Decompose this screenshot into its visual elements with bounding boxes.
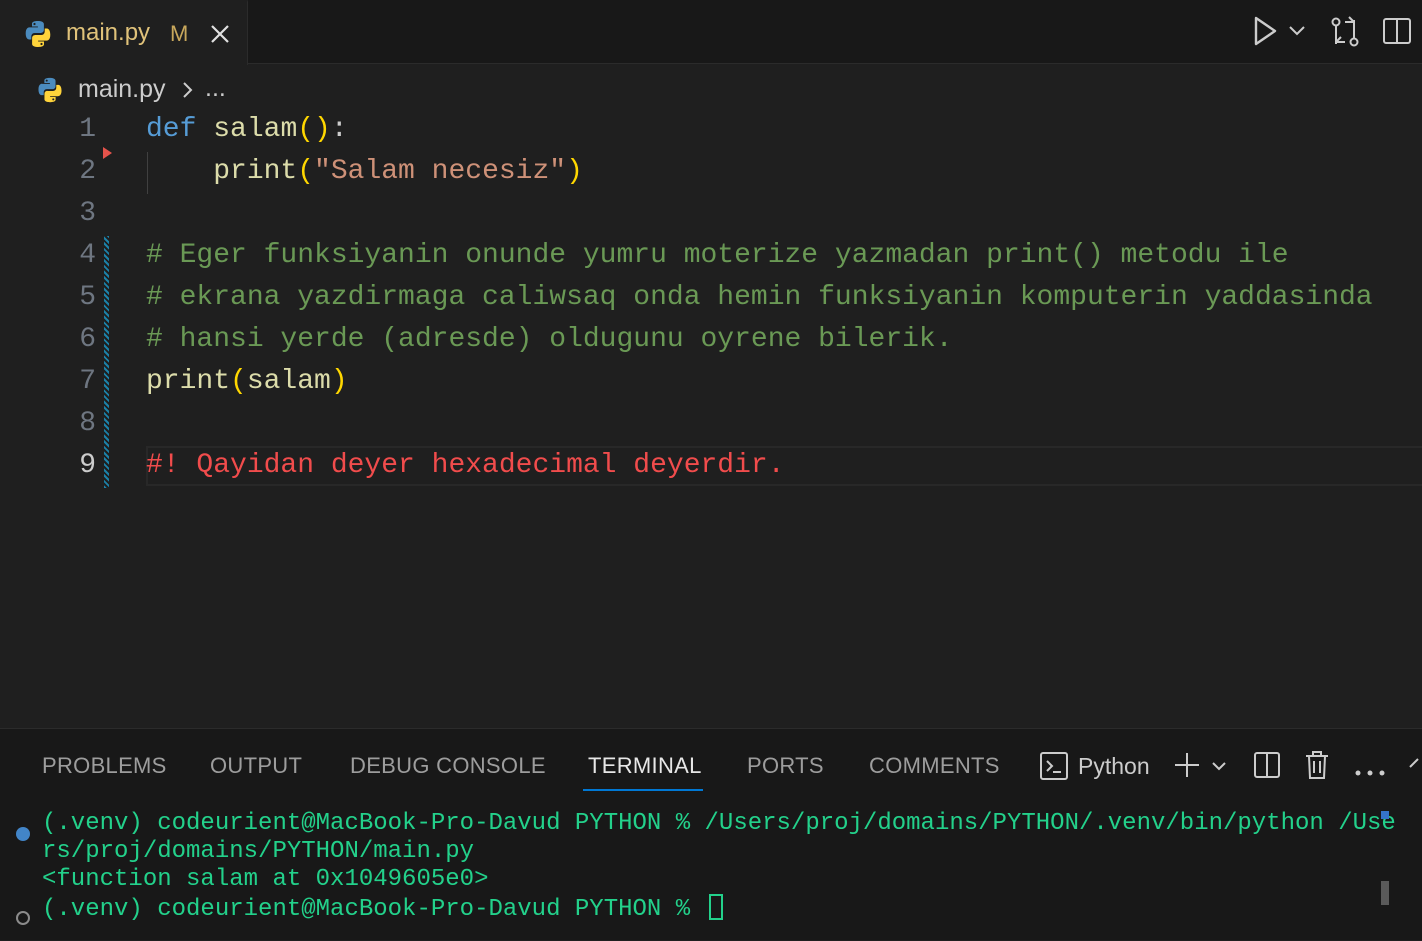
chevron-right-icon	[182, 81, 194, 104]
command-pending-dot[interactable]	[16, 911, 30, 925]
tab-terminal[interactable]: TERMINAL	[588, 753, 702, 779]
terminal-cursor	[708, 894, 723, 920]
code-token: ()	[297, 114, 331, 145]
code-line: 4 # Eger funksiyanin onunde yumru moteri…	[0, 236, 1422, 278]
tab-output[interactable]: OUTPUT	[210, 753, 302, 779]
code-token: print	[146, 366, 231, 397]
terminal-line: <function salam at 0x1049605e0>	[42, 866, 489, 893]
code-token: print	[213, 156, 298, 187]
tab-debug-console[interactable]: DEBUG CONSOLE	[350, 753, 546, 779]
tab-filename: main.py	[66, 19, 151, 46]
code-comment: # hansi yerde (adresde) oldugunu oyrene …	[146, 324, 953, 355]
python-icon	[35, 75, 65, 110]
code-line: 7 print(salam)	[0, 362, 1422, 404]
bottom-panel: PROBLEMS OUTPUT DEBUG CONSOLE TERMINAL P…	[0, 728, 1422, 940]
python-icon	[22, 18, 54, 55]
code-comment: #! Qayidan deyer hexadecimal deyerdir.	[146, 450, 785, 481]
split-editor-icon[interactable]	[1382, 16, 1412, 51]
close-icon[interactable]	[209, 23, 231, 50]
scrollbar-thumb[interactable]	[1381, 881, 1389, 905]
line-number: 1	[79, 114, 96, 145]
breadcrumb: main.py ...	[0, 66, 1422, 112]
terminal-icon	[1039, 751, 1069, 786]
tab-problems[interactable]: PROBLEMS	[42, 753, 167, 779]
code-line: 1 def salam():	[0, 110, 1422, 152]
editor-tab-bar: main.py M	[0, 0, 1422, 65]
plus-icon[interactable]	[1173, 751, 1201, 784]
terminal-prompt-line: (.venv) codeurient@MacBook-Pro-Davud PYT…	[42, 894, 723, 923]
active-tab-indicator	[583, 789, 703, 791]
chevron-down-icon[interactable]	[1211, 760, 1227, 778]
trash-icon[interactable]	[1304, 750, 1330, 785]
line-number: 9	[79, 450, 96, 481]
command-success-dot[interactable]	[16, 827, 30, 841]
code-token: def	[146, 114, 197, 145]
code-line: 3	[0, 194, 1422, 236]
code-token: "Salam necesiz"	[314, 156, 567, 187]
line-number: 8	[79, 408, 96, 439]
run-icon[interactable]	[1251, 14, 1279, 53]
breadcrumb-symbols[interactable]: ...	[205, 74, 226, 103]
modified-badge: M	[170, 21, 189, 46]
code-line: 9 #! Qayidan deyer hexadecimal deyerdir.	[0, 446, 1422, 488]
terminal-output[interactable]: (.venv) codeurient@MacBook-Pro-Davud PYT…	[0, 810, 1422, 941]
split-terminal-icon[interactable]	[1253, 751, 1281, 784]
code-comment: # ekrana yazdirmaga caliwsaq onda hemin …	[146, 282, 1373, 313]
line-number: 3	[79, 198, 96, 229]
code-line: 8	[0, 404, 1422, 446]
terminal-line: (.venv) codeurient@MacBook-Pro-Davud PYT…	[42, 810, 1396, 837]
code-line: 5 # ekrana yazdirmaga caliwsaq onda hemi…	[0, 278, 1422, 320]
code-line: 2 print("Salam necesiz")	[0, 152, 1422, 194]
terminal-prompt: (.venv) codeurient@MacBook-Pro-Davud PYT…	[42, 896, 705, 923]
line-number: 5	[79, 282, 96, 313]
tab-main-py[interactable]: main.py M	[0, 0, 248, 65]
chevron-down-icon[interactable]	[1288, 24, 1306, 42]
code-comment: # Eger funksiyanin onunde yumru moterize…	[146, 240, 1289, 271]
code-token: )	[330, 366, 348, 397]
line-number: 2	[79, 156, 96, 187]
code-token: salam	[246, 366, 331, 397]
code-editor[interactable]: 1 def salam(): 2 print("Salam necesiz") …	[0, 110, 1422, 728]
code-line: 6 # hansi yerde (adresde) oldugunu oyren…	[0, 320, 1422, 362]
chevron-up-icon[interactable]	[1408, 757, 1422, 776]
scrollbar-marker	[1381, 811, 1389, 819]
compare-changes-icon[interactable]	[1329, 16, 1361, 53]
code-token: :	[330, 114, 348, 145]
code-token: salam	[213, 114, 298, 145]
line-number: 4	[79, 240, 96, 271]
line-number: 7	[79, 366, 96, 397]
code-token: (	[297, 156, 315, 187]
more-icon[interactable]	[1355, 763, 1385, 781]
breadcrumb-file[interactable]: main.py	[78, 75, 166, 104]
code-token: (	[230, 366, 247, 397]
terminal-line: rs/proj/domains/PYTHON/main.py	[42, 838, 475, 865]
line-number: 6	[79, 324, 96, 355]
terminal-shell-label[interactable]: Python	[1078, 753, 1150, 780]
code-token: )	[566, 156, 583, 187]
tab-comments[interactable]: COMMENTS	[869, 753, 1000, 779]
tab-ports[interactable]: PORTS	[747, 753, 824, 779]
